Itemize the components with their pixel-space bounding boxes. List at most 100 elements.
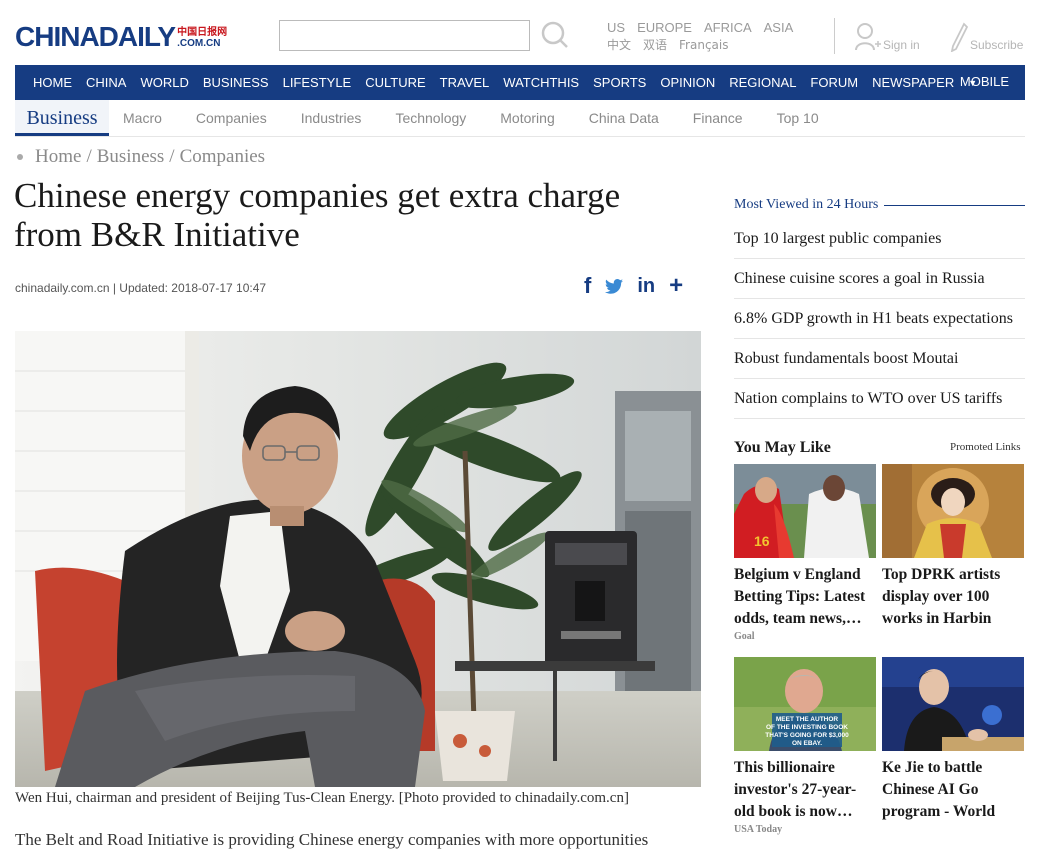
logo-daily-text: DAILY <box>98 21 176 52</box>
nav-culture[interactable]: CULTURE <box>365 75 425 90</box>
subnav-top10[interactable]: Top 10 <box>777 110 819 126</box>
nav-sports[interactable]: SPORTS <box>593 75 646 90</box>
subnav-active-label: Business <box>26 107 98 129</box>
twitter-icon[interactable] <box>605 278 624 294</box>
logo-wordmark: CHINADAILY <box>15 21 176 52</box>
nav-travel[interactable]: TRAVEL <box>440 75 490 90</box>
breadcrumb-companies[interactable]: Companies <box>180 146 266 168</box>
edition-links: US EUROPE AFRICA ASIA 中文 双语 Français <box>607 20 793 53</box>
card-source: Goal <box>734 631 755 642</box>
most-viewed-list: Top 10 largest public companies Chinese … <box>734 219 1025 419</box>
nav-business[interactable]: BUSINESS <box>203 75 269 90</box>
subscribe-button[interactable]: Subscribe <box>950 22 1023 52</box>
card-thumbnail-football: 16 <box>734 464 876 558</box>
edition-us[interactable]: US <box>607 20 625 36</box>
subnav-technology[interactable]: Technology <box>395 110 466 126</box>
most-viewed-item[interactable]: 6.8% GDP growth in H1 beats expectations <box>734 299 1025 339</box>
edition-french[interactable]: Français <box>679 37 728 53</box>
subnav-active-business[interactable]: Business <box>15 100 109 136</box>
nav-forum[interactable]: FORUM <box>810 75 858 90</box>
recommendation-card[interactable]: Ke Jie to battle Chinese AI Go program -… <box>882 657 1024 823</box>
nav-newspaper[interactable]: NEWSPAPER <box>872 75 954 90</box>
overlay-text: MEET THE AUTHOR <box>776 716 839 723</box>
subnav-china-data[interactable]: China Data <box>589 110 659 126</box>
nav-watchthis[interactable]: WATCHTHIS <box>503 75 579 90</box>
search-icon[interactable] <box>540 20 570 50</box>
breadcrumb-separator: / <box>86 146 92 167</box>
most-viewed-item[interactable]: Top 10 largest public companies <box>734 219 1025 259</box>
breadcrumb: Home / Business / Companies <box>15 146 265 168</box>
logo-domain-text: .COM.CN <box>177 38 221 49</box>
breadcrumb-business[interactable]: Business <box>97 146 165 168</box>
you-may-like-title: You May Like <box>734 439 831 456</box>
nav-lifestyle[interactable]: LIFESTYLE <box>283 75 352 90</box>
photo-caption: Wen Hui, chairman and president of Beiji… <box>15 790 629 806</box>
edition-bilingual[interactable]: 双语 <box>643 37 667 53</box>
most-viewed-title: Most Viewed in 24 Hours <box>734 197 879 212</box>
user-icon <box>855 23 881 51</box>
top-bar: CHINADAILY 中国日报网 .COM.CN US EUROPE AFRIC… <box>0 0 1040 62</box>
overlay-text: OF THE INVESTING BOOK <box>766 724 848 731</box>
edition-row-english: US EUROPE AFRICA ASIA <box>607 20 793 36</box>
subscribe-label: Subscribe <box>970 38 1024 52</box>
article-meta: chinadaily.com.cn | Updated: 2018-07-17 … <box>15 281 267 295</box>
pen-icon <box>950 22 968 52</box>
facebook-icon[interactable]: f <box>584 273 591 299</box>
overlay-text: THAT'S GOING FOR $3,000 <box>765 732 849 739</box>
nav-home[interactable]: HOME <box>33 75 72 90</box>
edition-europe[interactable]: EUROPE <box>637 20 692 36</box>
share-bar: f in + <box>584 273 683 299</box>
most-viewed-item[interactable]: Robust fundamentals boost Moutai <box>734 339 1025 379</box>
section-subnav: Business Macro Companies Industries Tech… <box>15 100 1025 137</box>
card-title: Top DPRK artists display over 100 works … <box>882 566 1001 627</box>
subnav-companies[interactable]: Companies <box>196 110 267 126</box>
svg-text:16: 16 <box>754 533 770 549</box>
breadcrumb-home[interactable]: Home <box>35 146 81 168</box>
article-body-first-line: The Belt and Road Initiative is providin… <box>15 830 649 849</box>
subnav-macro[interactable]: Macro <box>123 110 162 126</box>
edition-asia[interactable]: ASIA <box>764 20 794 36</box>
article-photo <box>15 331 701 787</box>
nav-world[interactable]: WORLD <box>140 75 188 90</box>
breadcrumb-bullet <box>17 154 23 160</box>
headline-line-1: Chinese energy companies get extra charg… <box>14 176 621 215</box>
nav-mobile[interactable]: MOBILE <box>960 74 1009 89</box>
nav-regional[interactable]: REGIONAL <box>729 75 796 90</box>
subnav-motoring[interactable]: Motoring <box>500 110 554 126</box>
card-title: This billionaire investor's 27-year-old … <box>734 759 857 820</box>
main-navigation: HOME CHINA WORLD BUSINESS LIFESTYLE CULT… <box>15 65 1025 100</box>
chinadaily-logo[interactable]: CHINADAILY 中国日报网 .COM.CN <box>15 20 227 52</box>
subnav-items: Macro Companies Industries Technology Mo… <box>123 110 853 126</box>
recommendation-card[interactable]: MEET THE AUTHOR OF THE INVESTING BOOK TH… <box>734 657 876 835</box>
linkedin-icon[interactable]: in <box>637 275 655 298</box>
edition-africa[interactable]: AFRICA <box>704 20 752 36</box>
card-source: USA Today <box>734 824 783 835</box>
photo-wen-hui <box>15 331 701 787</box>
card-thumbnail-go-player <box>882 657 1024 751</box>
sign-in-label: Sign in <box>883 38 920 52</box>
edition-row-languages: 中文 双语 Français <box>607 37 793 53</box>
overlay-text: ON EBAY. <box>792 740 822 747</box>
logo-side: 中国日报网 .COM.CN <box>177 27 227 49</box>
article-headline: Chinese energy companies get extra charg… <box>14 176 694 254</box>
search-input[interactable] <box>279 20 530 51</box>
edition-chinese[interactable]: 中文 <box>607 37 631 53</box>
header-divider <box>834 18 835 54</box>
promoted-links-label[interactable]: Promoted Links <box>950 441 1021 453</box>
logo-china-text: CHINA <box>15 21 100 52</box>
subnav-finance[interactable]: Finance <box>693 110 743 126</box>
recommendation-card[interactable]: 16 Belgium v England Betting Tips: Lates… <box>734 464 876 642</box>
nav-opinion[interactable]: OPINION <box>660 75 715 90</box>
nav-china[interactable]: CHINA <box>86 75 126 90</box>
subnav-industries[interactable]: Industries <box>301 110 362 126</box>
more-share-icon[interactable]: + <box>669 274 683 298</box>
card-title: Belgium v England Betting Tips: Latest o… <box>734 566 866 627</box>
sign-in-button[interactable]: Sign in <box>855 22 920 52</box>
card-title: Ke Jie to battle Chinese AI Go program -… <box>882 759 996 820</box>
most-viewed-item[interactable]: Chinese cuisine scores a goal in Russia <box>734 259 1025 299</box>
headline-line-2: from B&R Initiative <box>14 215 300 254</box>
recommendation-card[interactable]: Top DPRK artists display over 100 works … <box>882 464 1024 630</box>
card-thumbnail-investor: MEET THE AUTHOR OF THE INVESTING BOOK TH… <box>734 657 876 751</box>
breadcrumb-separator: / <box>169 146 175 167</box>
most-viewed-item[interactable]: Nation complains to WTO over US tariffs <box>734 379 1025 419</box>
